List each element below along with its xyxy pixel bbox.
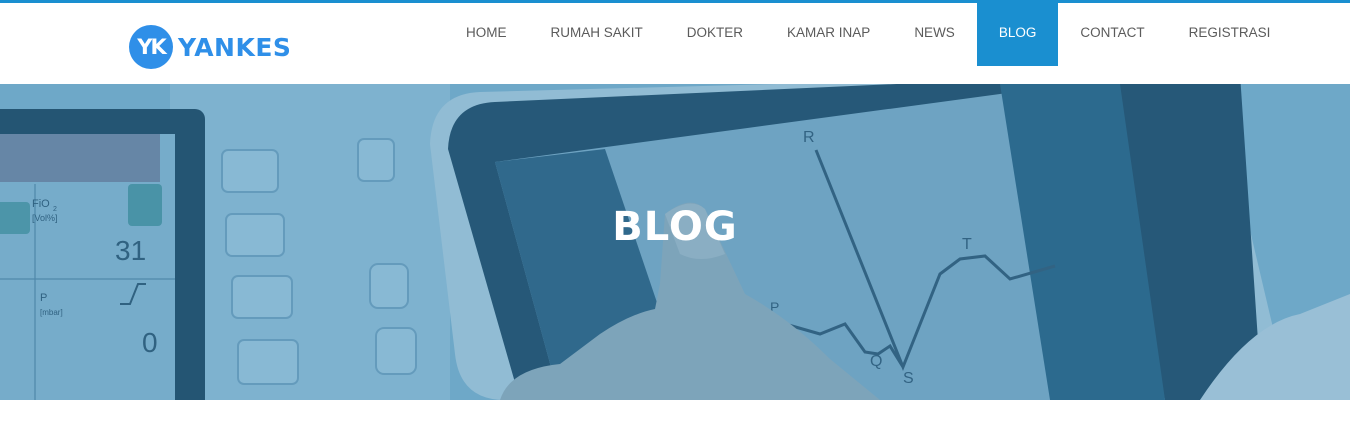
content-area [0, 400, 1350, 429]
hero-banner: FiO 2 [Vol%] 31 P [mbar] 0 R T Q S P BLO… [0, 84, 1350, 400]
site-header: YK YANKES HOME RUMAH SAKIT DOKTER KAMAR INA… [0, 3, 1350, 84]
nav-home[interactable]: HOME [444, 3, 529, 66]
nav-contact[interactable]: CONTACT [1058, 3, 1166, 66]
logo-text: YANKES [178, 32, 292, 62]
page-title: BLOG [612, 204, 738, 250]
logo[interactable]: YK YANKES [129, 25, 291, 69]
main-navigation: HOME RUMAH SAKIT DOKTER KAMAR INAP NEWS BLOG C… [444, 3, 1292, 66]
nav-registrasi[interactable]: REGISTRASI [1167, 3, 1293, 66]
logo-badge-icon: YK [129, 25, 173, 69]
nav-news[interactable]: NEWS [892, 3, 977, 66]
nav-kamar-inap[interactable]: KAMAR INAP [765, 3, 892, 66]
nav-dokter[interactable]: DOKTER [665, 3, 765, 66]
nav-blog[interactable]: BLOG [976, 3, 1059, 66]
nav-rumah-sakit[interactable]: RUMAH SAKIT [529, 3, 665, 66]
